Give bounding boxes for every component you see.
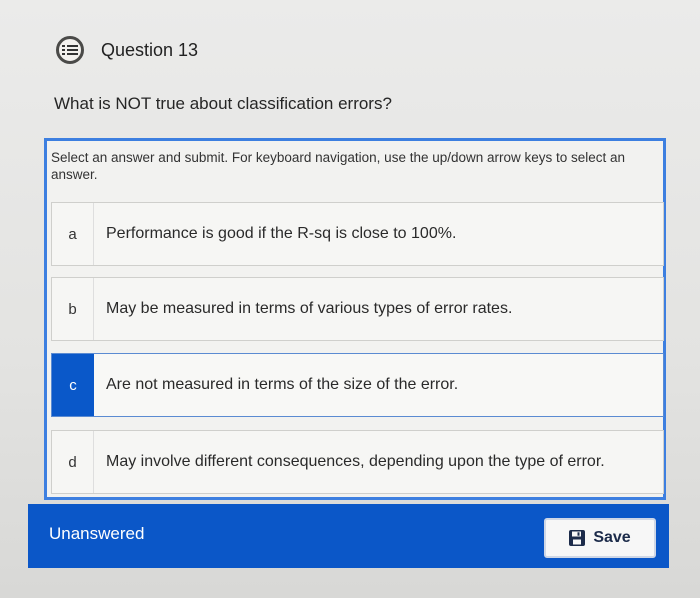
answer-instructions: Select an answer and submit. For keyboar… bbox=[51, 150, 626, 182]
answer-option-b[interactable]: b May be measured in terms of various ty… bbox=[51, 277, 664, 341]
option-text: Performance is good if the R-sq is close… bbox=[106, 225, 457, 242]
answer-status: Unanswered bbox=[49, 524, 145, 543]
option-text: May involve different consequences, depe… bbox=[106, 453, 605, 470]
question-list-icon bbox=[56, 36, 84, 64]
option-text: Are not measured in terms of the size of… bbox=[106, 376, 459, 393]
option-letter: d bbox=[52, 431, 94, 493]
question-title: Question 13 bbox=[101, 40, 199, 60]
answer-status-bar: Unanswered Save bbox=[28, 504, 669, 568]
answer-option-d[interactable]: d May involve different consequences, de… bbox=[51, 430, 664, 494]
save-button[interactable]: Save bbox=[544, 518, 656, 558]
save-icon bbox=[569, 530, 586, 546]
option-letter: c bbox=[52, 354, 94, 416]
save-label: Save bbox=[593, 529, 631, 546]
answer-option-a[interactable]: a Performance is good if the R-sq is clo… bbox=[51, 202, 664, 266]
option-letter: b bbox=[52, 278, 94, 340]
option-text: May be measured in terms of various type… bbox=[106, 300, 513, 317]
answer-option-c[interactable]: c Are not measured in terms of the size … bbox=[51, 353, 664, 417]
quiz-page: Question 13 What is NOT true about class… bbox=[0, 0, 700, 598]
answer-card: Select an answer and submit. For keyboar… bbox=[44, 138, 666, 500]
question-prompt: What is NOT true about classification er… bbox=[54, 94, 392, 113]
option-letter: a bbox=[52, 203, 94, 265]
